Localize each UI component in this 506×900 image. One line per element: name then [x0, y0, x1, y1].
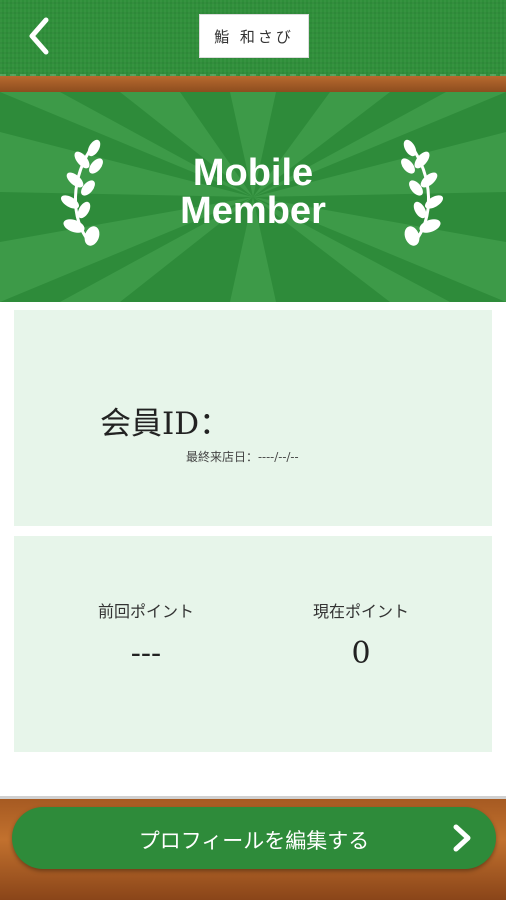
previous-points-value: --- [130, 636, 162, 671]
last-visit-date: 最終来店日：----/--/-- [186, 450, 299, 464]
chevron-right-icon [453, 824, 471, 852]
member-id-label: 会員ID： [100, 406, 231, 442]
chevron-left-icon [29, 17, 49, 55]
points-card: 前回ポイント --- 現在ポイント 0 [14, 536, 492, 752]
restaurant-logo: 鮨 和さび [199, 14, 309, 58]
wood-divider [0, 76, 506, 92]
logo-text: 鮨 和さび [214, 27, 294, 46]
mobile-member-banner: Mobile Member [0, 92, 506, 302]
previous-points: 前回ポイント --- [46, 598, 246, 671]
member-content: 会員ID： 最終来店日：----/--/-- 前回ポイント --- 現在ポイント… [0, 302, 506, 796]
current-points: 現在ポイント 0 [261, 598, 461, 671]
laurel-right-icon [401, 139, 444, 246]
top-navigation-bar: 鮨 和さび [0, 0, 506, 76]
back-button[interactable] [18, 14, 66, 62]
edit-profile-label: プロフィールを編集する [138, 829, 370, 853]
member-info-card: 会員ID： 最終来店日：----/--/-- [14, 310, 492, 526]
previous-points-label: 前回ポイント [97, 602, 194, 621]
current-points-label: 現在ポイント [312, 602, 409, 621]
current-points-value: 0 [351, 636, 371, 671]
edit-profile-button[interactable]: プロフィールを編集する [12, 807, 496, 869]
